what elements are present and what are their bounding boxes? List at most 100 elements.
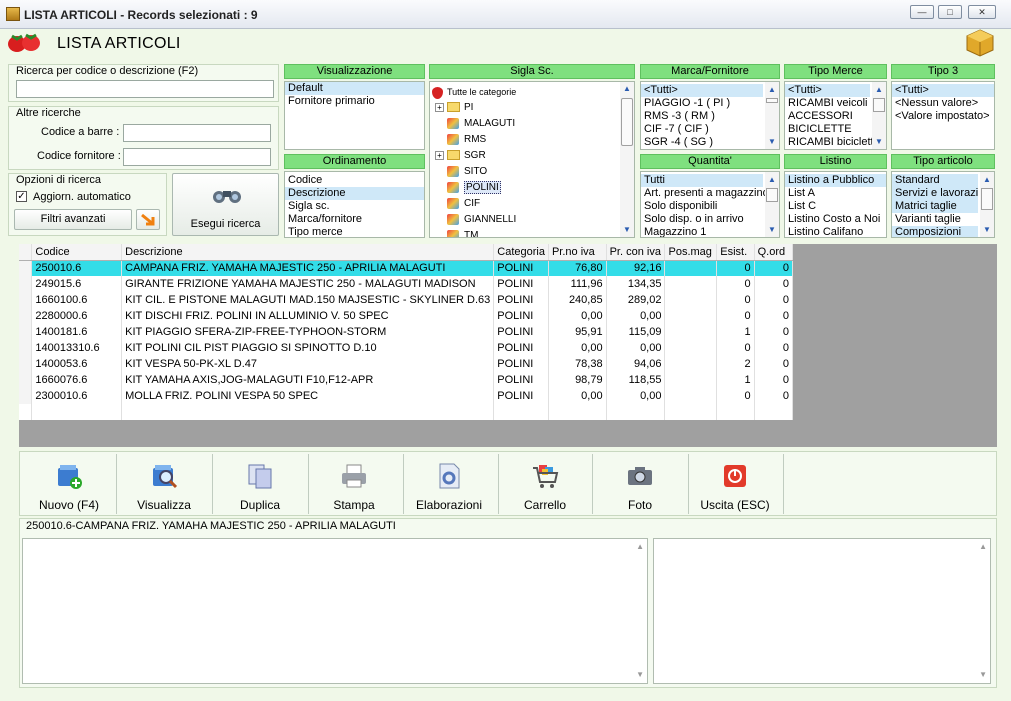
- table-cell[interactable]: 0: [716, 292, 755, 308]
- scroll-down-icon[interactable]: ▼: [636, 670, 644, 680]
- sigla-scrollbar[interactable]: ▲ ▼: [620, 82, 634, 237]
- tree-node-selected[interactable]: POLINI: [430, 180, 634, 196]
- minimize-button[interactable]: —: [910, 5, 934, 19]
- table-cell[interactable]: KIT VESPA 50-PK-XL D.47: [121, 356, 495, 372]
- table-row[interactable]: 1660076.6 KIT YAMAHA AXIS,JOG-MALAGUTI F1…: [19, 372, 794, 388]
- list-item[interactable]: Art. presenti a magazzino: [641, 187, 779, 200]
- list-item[interactable]: Tutti: [641, 174, 763, 187]
- table-cell[interactable]: 1660100.6: [31, 292, 123, 308]
- quantita-scrollbar[interactable]: ▲ ▼: [765, 172, 779, 237]
- scroll-up-icon[interactable]: ▲: [636, 542, 644, 552]
- table-cell[interactable]: 0,00: [606, 308, 666, 324]
- table-cell[interactable]: 92,16: [606, 260, 666, 276]
- table-cell[interactable]: POLINI: [493, 308, 549, 324]
- row-selector[interactable]: [19, 260, 33, 276]
- tree-node[interactable]: SITO: [430, 164, 634, 180]
- table-cell[interactable]: [664, 276, 718, 292]
- table-cell[interactable]: 0: [754, 308, 794, 324]
- stampa-button[interactable]: Stampa: [307, 454, 401, 514]
- tipo3-list[interactable]: <Tutti> <Nessun valore> <Valore impostat…: [891, 81, 995, 150]
- table-cell[interactable]: 0: [716, 308, 755, 324]
- supplier-code-field[interactable]: [123, 148, 271, 166]
- table-cell[interactable]: POLINI: [493, 372, 549, 388]
- list-item[interactable]: PIAGGIO -1 ( PI ): [641, 97, 779, 110]
- table-cell[interactable]: 1400181.6: [31, 324, 123, 340]
- list-item[interactable]: Listino a Pubblico: [785, 174, 886, 187]
- list-item[interactable]: List A: [785, 187, 886, 200]
- scroll-thumb[interactable]: [766, 188, 778, 202]
- list-item[interactable]: Matrici taglie: [892, 200, 978, 213]
- tipo-articolo-list[interactable]: Standard Servizi e lavorazio Matrici tag…: [891, 171, 995, 238]
- list-item[interactable]: Composizioni: [892, 226, 978, 237]
- scroll-thumb[interactable]: [981, 188, 993, 210]
- table-cell[interactable]: GIRANTE FRIZIONE YAMAHA MAJESTIC 250 - M…: [121, 276, 495, 292]
- auto-update-checkbox[interactable]: ✓: [16, 191, 27, 202]
- scroll-down-icon[interactable]: ▼: [979, 670, 987, 680]
- table-cell[interactable]: [664, 292, 718, 308]
- search-input[interactable]: [16, 80, 274, 98]
- close-button[interactable]: ✕: [968, 5, 996, 19]
- table-cell[interactable]: POLINI: [493, 388, 549, 404]
- list-item[interactable]: Descrizione: [285, 187, 424, 200]
- table-row[interactable]: 140013310.6 KIT POLINI CIL PIST PIAGGIO S…: [19, 340, 794, 356]
- barcode-field[interactable]: [123, 124, 271, 142]
- listino-list[interactable]: Listino a Pubblico List A List C Listino…: [784, 171, 887, 238]
- tipo-merce-scrollbar[interactable]: ▲ ▼: [872, 82, 886, 149]
- visualizzazione-list[interactable]: Default Fornitore primario: [284, 81, 425, 150]
- table-cell[interactable]: 78,38: [548, 356, 607, 372]
- filter-arrow-button[interactable]: [136, 209, 160, 230]
- table-row[interactable]: 249015.6 GIRANTE FRIZIONE YAMAHA MAJESTIC…: [19, 276, 794, 292]
- list-item[interactable]: <Nessun valore>: [892, 97, 994, 110]
- table-cell[interactable]: KIT CIL. E PISTONE MALAGUTI MAD.150 MAJS…: [121, 292, 495, 308]
- table-cell[interactable]: 95,91: [548, 324, 607, 340]
- list-item[interactable]: Listino Califano: [785, 226, 886, 237]
- table-cell[interactable]: 0: [754, 276, 794, 292]
- foto-button[interactable]: Foto: [593, 454, 687, 514]
- table-cell[interactable]: [664, 372, 718, 388]
- column-header[interactable]: Categoria: [493, 244, 549, 261]
- table-cell[interactable]: 0: [754, 260, 794, 276]
- elaborazioni-button[interactable]: Elaborazioni: [402, 454, 496, 514]
- scroll-up-icon[interactable]: ▲: [979, 542, 987, 552]
- table-cell[interactable]: POLINI: [493, 324, 549, 340]
- table-cell[interactable]: 94,06: [606, 356, 666, 372]
- scroll-thumb[interactable]: [621, 98, 633, 146]
- table-row[interactable]: 250010.6 CAMPANA FRIZ. YAMAHA MAJESTIC 25…: [19, 260, 794, 276]
- table-cell[interactable]: KIT YAMAHA AXIS,JOG-MALAGUTI F10,F12-APR: [121, 372, 495, 388]
- table-cell[interactable]: 0,00: [548, 340, 607, 356]
- table-cell[interactable]: [664, 356, 718, 372]
- table-cell[interactable]: 0: [716, 260, 755, 276]
- table-cell[interactable]: CAMPANA FRIZ. YAMAHA MAJESTIC 250 - APRI…: [121, 260, 495, 276]
- table-cell[interactable]: POLINI: [493, 340, 549, 356]
- table-cell[interactable]: 0,00: [606, 388, 666, 404]
- table-cell[interactable]: 98,79: [548, 372, 607, 388]
- list-item[interactable]: Fornitore primario: [285, 95, 424, 108]
- list-item[interactable]: Marca/fornitore: [285, 213, 424, 226]
- row-selector[interactable]: [19, 308, 33, 324]
- table-cell[interactable]: 0: [754, 324, 794, 340]
- scroll-up-icon[interactable]: ▲: [872, 85, 886, 95]
- row-selector[interactable]: [19, 292, 33, 308]
- tree-node[interactable]: GIANNELLI: [430, 212, 634, 228]
- tree-node[interactable]: + SGR: [430, 148, 634, 164]
- list-item[interactable]: SGR -4 ( SG ): [641, 136, 779, 149]
- tipo-merce-list[interactable]: <Tutti> RICAMBI veicoli ACCESSORI BICICL…: [784, 81, 887, 150]
- list-item[interactable]: Standard: [892, 174, 978, 187]
- visualizza-button[interactable]: Visualizza: [117, 454, 211, 514]
- table-cell[interactable]: 115,09: [606, 324, 666, 340]
- list-item[interactable]: CIF -7 ( CIF ): [641, 123, 779, 136]
- tree-node[interactable]: TM: [430, 228, 634, 237]
- table-cell[interactable]: KIT PIAGGIO SFERA-ZIP-FREE-TYPHOON-STORM: [121, 324, 495, 340]
- scroll-down-icon[interactable]: ▼: [620, 225, 634, 235]
- table-cell[interactable]: KIT POLINI CIL PIST PIAGGIO SI SPINOTTO …: [121, 340, 495, 356]
- tree-root[interactable]: Tutte le categorie: [430, 84, 634, 100]
- duplica-button[interactable]: Duplica: [213, 454, 307, 514]
- list-item[interactable]: <Tutti>: [641, 84, 763, 97]
- table-cell[interactable]: 1: [716, 324, 755, 340]
- list-item[interactable]: List C: [785, 200, 886, 213]
- table-cell[interactable]: 0: [754, 340, 794, 356]
- row-selector[interactable]: [19, 388, 33, 404]
- tree-node[interactable]: RMS: [430, 132, 634, 148]
- table-cell[interactable]: 240,85: [548, 292, 607, 308]
- uscita-button[interactable]: Uscita (ESC): [688, 454, 782, 514]
